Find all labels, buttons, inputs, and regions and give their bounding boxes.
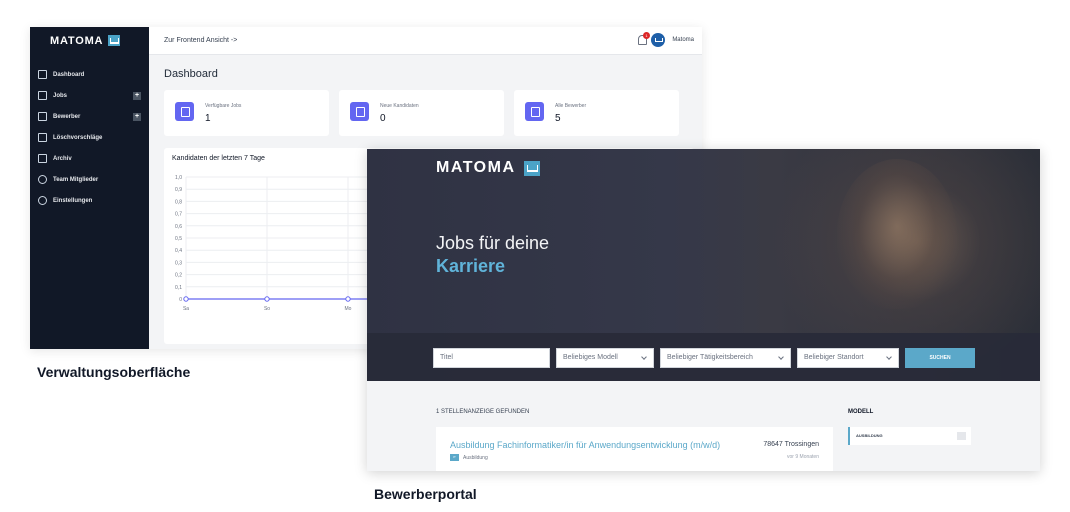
sidebar-item-dashboard[interactable]: Dashboard xyxy=(30,64,149,85)
hero: MATOMA Jobs für deine Karriere Titel Bel… xyxy=(367,149,1040,381)
stat-label: Alle Bewerber xyxy=(555,103,587,109)
trash-icon xyxy=(38,133,47,142)
folder-icon xyxy=(38,91,47,100)
filter-title: MODELL xyxy=(848,409,874,415)
gear-icon xyxy=(38,196,47,205)
x-tick-label: So xyxy=(264,306,270,312)
document-icon xyxy=(38,112,47,121)
user-icon xyxy=(350,102,369,121)
sidebar-item-label: Dashboard xyxy=(53,71,85,78)
y-tick-label: 0,5 xyxy=(175,236,182,242)
brand-name: MATOMA xyxy=(50,34,104,47)
topbar: Zur Frontend Ansicht -> 1 Matoma xyxy=(149,27,702,55)
results-count: 1 STELLENANZEIGE GEFUNDEN xyxy=(436,409,530,415)
sidebar-item-label: Bewerber xyxy=(53,113,81,120)
users-icon xyxy=(38,175,47,184)
y-tick-label: 0 xyxy=(179,297,182,303)
sidebar-item-loeschvorschlaege[interactable]: Löschvorschläge xyxy=(30,127,149,148)
hero-heading: Jobs für deine xyxy=(436,233,550,253)
sidebar-item-jobs[interactable]: Jobs + xyxy=(30,85,149,106)
sidebar-item-settings[interactable]: Einstellungen xyxy=(30,190,149,211)
y-tick-label: 0,3 xyxy=(175,260,182,266)
portal-brand-name: MATOMA xyxy=(436,159,516,176)
search-button[interactable]: SUCHEN xyxy=(905,348,975,368)
sidebar-item-label: Jobs xyxy=(53,92,68,99)
y-tick-label: 0,4 xyxy=(175,248,182,254)
job-title[interactable]: Ausbildung Fachinformatiker/in für Anwen… xyxy=(450,440,720,450)
stat-label: Verfügbare Jobs xyxy=(205,103,242,109)
job-type: Ausbildung xyxy=(463,455,488,461)
sidebar-item-label: Einstellungen xyxy=(53,197,93,204)
archive-icon xyxy=(38,154,47,163)
location-select[interactable]: Beliebiger Standort xyxy=(797,348,899,368)
sidebar-item-bewerber[interactable]: Bewerber + xyxy=(30,106,149,127)
job-listing[interactable]: Ausbildung Fachinformatiker/in für Anwen… xyxy=(436,427,833,471)
job-category-badge: IT xyxy=(450,454,459,461)
x-tick-label: Sa xyxy=(183,306,189,312)
y-tick-label: 0,1 xyxy=(175,285,182,291)
y-tick-label: 0,7 xyxy=(175,212,182,218)
model-select[interactable]: Beliebiges Modell xyxy=(556,348,654,368)
home-icon xyxy=(38,70,47,79)
hero-heading-accent: Karriere xyxy=(436,256,506,276)
briefcase-icon xyxy=(175,102,194,121)
stat-card-jobs[interactable]: Verfügbare Jobs 1 xyxy=(164,90,329,136)
filter-option-ausbildung[interactable]: AUSBILDUNG xyxy=(848,427,971,445)
user-name[interactable]: Matoma xyxy=(672,37,694,43)
portal-brand[interactable]: MATOMA xyxy=(436,159,540,177)
sidebar-item-label: Löschvorschläge xyxy=(53,134,103,141)
logo-icon xyxy=(108,35,121,46)
caption-portal: Bewerberportal xyxy=(374,486,477,502)
y-tick-label: 0,2 xyxy=(175,273,182,279)
data-point xyxy=(183,296,189,302)
avatar[interactable] xyxy=(651,33,665,47)
job-age: vor 9 Monaten xyxy=(787,454,819,460)
logo-icon xyxy=(523,160,540,176)
stat-card-candidates[interactable]: Neue Kandidaten 0 xyxy=(339,90,504,136)
filter-checkbox[interactable] xyxy=(957,432,966,440)
notification-badge: 1 xyxy=(643,32,650,39)
document-icon xyxy=(525,102,544,121)
caption-admin: Verwaltungsoberfläche xyxy=(37,364,191,380)
title-search-input[interactable]: Titel xyxy=(433,348,550,368)
data-point xyxy=(345,296,351,302)
y-tick-label: 0,9 xyxy=(175,187,182,193)
stat-label: Neue Kandidaten xyxy=(380,103,419,109)
sidebar-item-team[interactable]: Team Mitglieder xyxy=(30,169,149,190)
sidebar: MATOMA Dashboard Jobs + Bewerber + Löschvo… xyxy=(30,27,149,349)
y-tick-label: 0,8 xyxy=(175,199,182,205)
data-point xyxy=(264,296,270,302)
job-location: 78647 Trossingen xyxy=(763,441,819,448)
sidebar-item-archiv[interactable]: Archiv xyxy=(30,148,149,169)
add-applicant-button[interactable]: + xyxy=(133,112,141,121)
brand[interactable]: MATOMA xyxy=(50,34,121,47)
filter-label: AUSBILDUNG xyxy=(856,433,883,438)
frontend-link[interactable]: Zur Frontend Ansicht -> xyxy=(164,37,237,44)
y-tick-label: 0,6 xyxy=(175,224,182,230)
search-bar: Titel Beliebiges Modell Beliebiger Tätig… xyxy=(367,333,1040,381)
sidebar-item-label: Team Mitglieder xyxy=(53,176,99,183)
stat-card-applicants[interactable]: Alle Bewerber 5 xyxy=(514,90,679,136)
x-tick-label: Mo xyxy=(345,306,352,312)
canvas: MATOMA Dashboard Jobs + Bewerber + Löschvo… xyxy=(0,0,1070,512)
sidebar-nav: Dashboard Jobs + Bewerber + Löschvorschläg… xyxy=(30,64,149,211)
stat-value: 1 xyxy=(205,113,211,124)
stat-value: 5 xyxy=(555,113,561,124)
stat-value: 0 xyxy=(380,113,386,124)
portal-screenshot: MATOMA Jobs für deine Karriere Titel Bel… xyxy=(367,149,1040,471)
y-tick-label: 1,0 xyxy=(175,175,182,181)
sidebar-item-label: Archiv xyxy=(53,155,72,162)
add-job-button[interactable]: + xyxy=(133,91,141,100)
hero-person xyxy=(837,159,957,309)
page-title: Dashboard xyxy=(164,68,218,80)
area-select[interactable]: Beliebiger Tätigkeitsbereich xyxy=(660,348,791,368)
